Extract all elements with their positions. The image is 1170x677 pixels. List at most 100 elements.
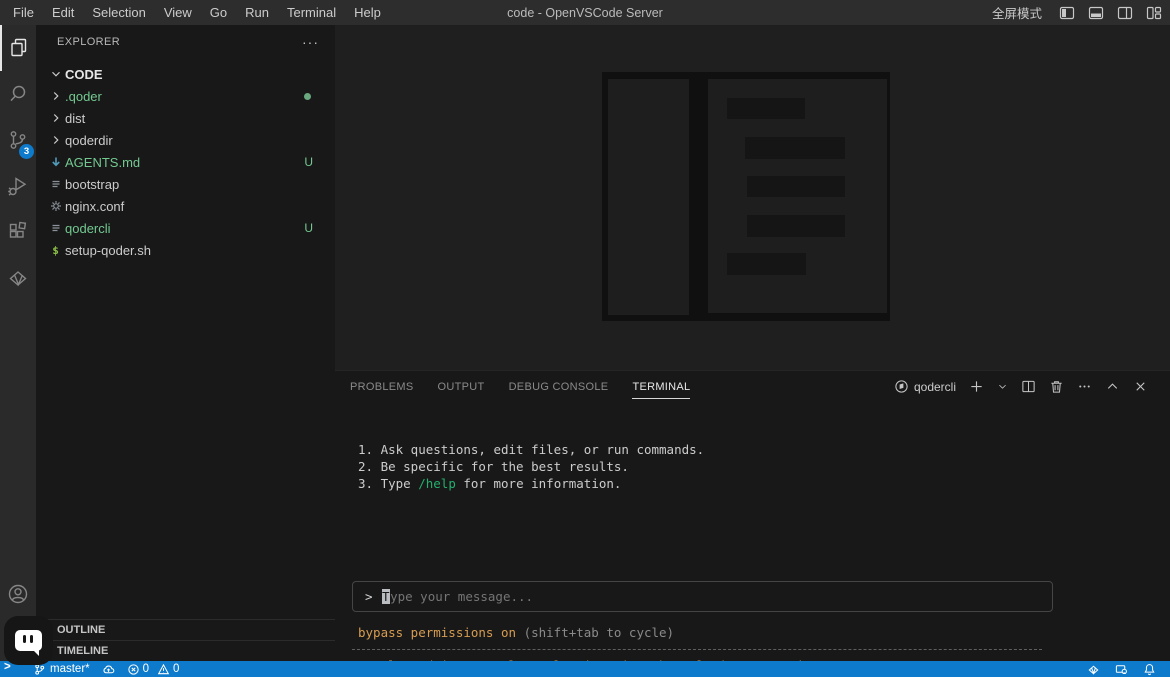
toggle-sidebar-icon[interactable] xyxy=(1059,5,1075,21)
explorer-sidebar: EXPLORER ··· CODE .qoder dist qoderdir xyxy=(36,25,335,661)
title-bar: File Edit Selection View Go Run Terminal… xyxy=(0,0,1170,25)
menu-run[interactable]: Run xyxy=(236,0,278,25)
tab-debug-console[interactable]: DEBUG CONSOLE xyxy=(509,374,609,399)
help-command: /help xyxy=(418,476,456,491)
timeline-section-header[interactable]: TIMELINE xyxy=(36,640,335,661)
explorer-more-actions-icon[interactable]: ··· xyxy=(302,34,319,50)
terminal-intro-lines: 1. Ask questions, edit files, or run com… xyxy=(358,441,704,492)
panel-header: PROBLEMS OUTPUT DEBUG CONSOLE TERMINAL q… xyxy=(335,371,1170,402)
git-status-badge: U xyxy=(304,155,313,169)
titlebar-controls: 全屏模式 xyxy=(992,0,1162,25)
panel-actions: qodercli xyxy=(894,379,1170,394)
warnings-icon xyxy=(157,663,170,676)
tree-item-setup-qoder-sh[interactable]: $ setup-qoder.sh xyxy=(36,239,335,261)
tab-problems[interactable]: PROBLEMS xyxy=(350,374,414,399)
panel-more-actions-icon[interactable] xyxy=(1077,379,1092,394)
qoder-status-icon[interactable] xyxy=(1087,663,1100,676)
vscode-window: File Edit Selection View Go Run Terminal… xyxy=(0,0,1170,677)
explorer-title: EXPLORER xyxy=(57,36,120,48)
menu-edit[interactable]: Edit xyxy=(43,0,83,25)
tab-output[interactable]: OUTPUT xyxy=(438,374,485,399)
menu-go[interactable]: Go xyxy=(201,0,236,25)
editor-graphic-frame xyxy=(602,72,890,321)
toggle-panel-icon[interactable] xyxy=(1088,5,1104,21)
cloud-sync-icon xyxy=(102,663,115,676)
explorer-icon[interactable] xyxy=(0,25,36,71)
menu-file[interactable]: File xyxy=(4,0,43,25)
permissions-mode-line: bypass permissions on (shift+tab to cycl… xyxy=(358,625,674,640)
source-control-icon[interactable]: 3 xyxy=(0,117,36,163)
file-label: bootstrap xyxy=(65,177,119,192)
message-input[interactable]: > T ype your message... xyxy=(352,581,1053,612)
terminal-profile-label: qodercli xyxy=(914,380,956,394)
input-placeholder: ype your message... xyxy=(390,589,533,604)
tree-item-qodercli[interactable]: qodercli U xyxy=(36,217,335,239)
file-label: AGENTS.md xyxy=(65,155,140,170)
split-terminal-icon[interactable] xyxy=(1021,379,1036,394)
menu-terminal[interactable]: Terminal xyxy=(278,0,345,25)
errors-icon xyxy=(127,663,140,676)
explorer-header: EXPLORER ··· xyxy=(36,25,335,59)
chevron-right-icon xyxy=(49,111,63,125)
bypass-permissions-label: bypass permissions on xyxy=(358,625,516,640)
account-icon[interactable] xyxy=(0,571,36,617)
tree-item-qoder-folder[interactable]: .qoder xyxy=(36,85,335,107)
bottom-panel: PROBLEMS OUTPUT DEBUG CONSOLE TERMINAL q… xyxy=(335,370,1170,661)
error-count: 0 xyxy=(143,663,149,675)
close-panel-icon[interactable] xyxy=(1133,379,1148,394)
search-icon[interactable] xyxy=(0,71,36,117)
root-folder-label: CODE xyxy=(65,67,103,82)
graphic-bar xyxy=(747,176,845,197)
tree-root-code[interactable]: CODE xyxy=(36,63,335,85)
tree-item-nginx-conf[interactable]: nginx.conf xyxy=(36,195,335,217)
git-branch-item[interactable]: master* xyxy=(33,663,115,676)
statusbar-right xyxy=(1087,663,1170,676)
tree-item-bootstrap[interactable]: bootstrap xyxy=(36,173,335,195)
maximize-panel-icon[interactable] xyxy=(1105,379,1120,394)
new-terminal-icon[interactable] xyxy=(969,379,984,394)
qoder-extension-icon[interactable] xyxy=(0,255,36,301)
panel-tabs: PROBLEMS OUTPUT DEBUG CONSOLE TERMINAL xyxy=(335,374,690,399)
outline-section-header[interactable]: OUTLINE xyxy=(36,619,335,640)
menu-view[interactable]: View xyxy=(155,0,201,25)
run-debug-icon[interactable] xyxy=(0,163,36,209)
tree-item-agents-md[interactable]: AGENTS.md U xyxy=(36,151,335,173)
menu-help[interactable]: Help xyxy=(345,0,390,25)
chevron-down-icon xyxy=(49,67,63,81)
intro-line-2: 2. Be specific for the best results. xyxy=(358,459,629,474)
graphic-left-panel xyxy=(608,79,689,315)
git-status-badge: U xyxy=(304,221,313,235)
dashed-separator xyxy=(352,649,1042,650)
graphic-bar xyxy=(727,98,805,119)
toggle-secondary-sidebar-icon[interactable] xyxy=(1117,5,1133,21)
chat-bubble-icon xyxy=(15,630,42,651)
status-bar: > master* 0 0 xyxy=(0,661,1170,677)
tree-item-dist-folder[interactable]: dist xyxy=(36,107,335,129)
kill-terminal-trash-icon[interactable] xyxy=(1049,379,1064,394)
terminal-dropdown-icon[interactable] xyxy=(997,379,1008,394)
file-label: setup-qoder.sh xyxy=(65,243,151,258)
customize-layout-icon[interactable] xyxy=(1146,5,1162,21)
menu-bar: File Edit Selection View Go Run Terminal… xyxy=(0,0,390,25)
cycle-hint-label: (shift+tab to cycle) xyxy=(516,625,674,640)
terminal-profile[interactable]: qodercli xyxy=(894,379,956,394)
modified-dot-badge xyxy=(304,93,311,100)
branch-name: master* xyxy=(50,663,90,675)
intro-line-1: 1. Ask questions, edit files, or run com… xyxy=(358,442,704,457)
fullscreen-mode-label: 全屏模式 xyxy=(992,3,1042,22)
feedback-icon[interactable] xyxy=(1115,663,1128,676)
extensions-icon[interactable] xyxy=(0,209,36,255)
markdown-icon xyxy=(49,155,63,169)
gear-icon xyxy=(49,199,63,213)
file-label: nginx.conf xyxy=(65,199,124,214)
tab-terminal[interactable]: TERMINAL xyxy=(632,374,690,399)
chat-assistant-widget[interactable] xyxy=(4,616,53,665)
terminal-profile-icon xyxy=(894,379,909,394)
problems-indicator[interactable]: 0 0 xyxy=(127,663,180,676)
menu-selection[interactable]: Selection xyxy=(83,0,154,25)
bell-icon[interactable] xyxy=(1143,663,1156,676)
file-label: .qoder xyxy=(65,89,102,104)
timeline-label: TIMELINE xyxy=(57,645,108,657)
file-label: qoderdir xyxy=(65,133,113,148)
tree-item-qoderdir-folder[interactable]: qoderdir xyxy=(36,129,335,151)
